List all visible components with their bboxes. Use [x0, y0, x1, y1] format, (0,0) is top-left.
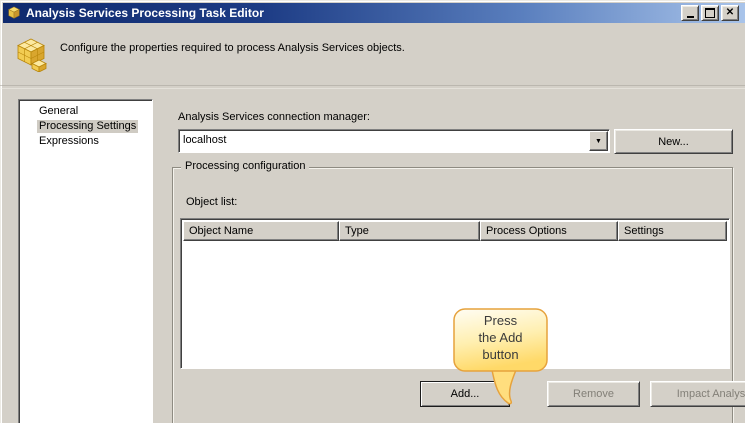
minimize-button[interactable]	[681, 5, 699, 21]
new-connection-button[interactable]: New...	[614, 129, 733, 154]
title-bar[interactable]: Analysis Services Processing Task Editor…	[3, 3, 745, 23]
dialog-description: Configure the properties required to pro…	[60, 42, 405, 54]
maximize-button[interactable]	[701, 5, 719, 21]
add-button-label: Add...	[450, 388, 480, 400]
remove-button: Remove	[547, 381, 640, 407]
impact-analysis-button: Impact Analys	[650, 381, 745, 407]
chevron-down-icon: ▼	[595, 137, 602, 145]
sidebar-item-processing-settings[interactable]: Processing Settings	[19, 119, 152, 134]
page-list: General Processing Settings Expressions	[18, 99, 153, 423]
combobox-dropdown-button[interactable]: ▼	[589, 131, 608, 151]
group-title: Processing configuration	[181, 160, 310, 172]
new-button-label: New...	[658, 135, 689, 148]
window-title: Analysis Services Processing Task Editor	[26, 6, 264, 20]
connection-manager-label: Analysis Services connection manager:	[178, 111, 370, 123]
analysis-services-task-editor-dialog: Analysis Services Processing Task Editor…	[0, 0, 745, 423]
column-header-object-name[interactable]: Object Name	[183, 221, 339, 241]
banner-separator	[0, 85, 745, 89]
column-header-type[interactable]: Type	[339, 221, 480, 241]
sidebar-item-expressions[interactable]: Expressions	[19, 134, 152, 149]
sidebar-item-general[interactable]: General	[19, 104, 152, 119]
close-icon: ✕	[725, 7, 735, 18]
app-cube-icon	[8, 6, 20, 19]
object-list-header-row: Object Name Type Process Options Setting…	[183, 221, 727, 241]
connection-manager-value: localhost	[183, 134, 227, 146]
maximize-icon	[705, 8, 715, 18]
impact-analysis-button-label: Impact Analys	[676, 388, 745, 400]
add-button[interactable]: Add...	[420, 381, 510, 407]
close-button[interactable]: ✕	[721, 5, 739, 21]
object-list-table[interactable]: Object Name Type Process Options Setting…	[180, 218, 730, 369]
column-header-settings[interactable]: Settings	[618, 221, 727, 241]
connection-manager-combobox[interactable]: localhost ▼	[178, 129, 610, 153]
minimize-icon	[686, 15, 694, 18]
remove-button-label: Remove	[573, 388, 614, 400]
column-header-process-options[interactable]: Process Options	[480, 221, 618, 241]
analysis-services-cube-icon	[17, 38, 47, 72]
object-list-label: Object list:	[186, 196, 238, 208]
